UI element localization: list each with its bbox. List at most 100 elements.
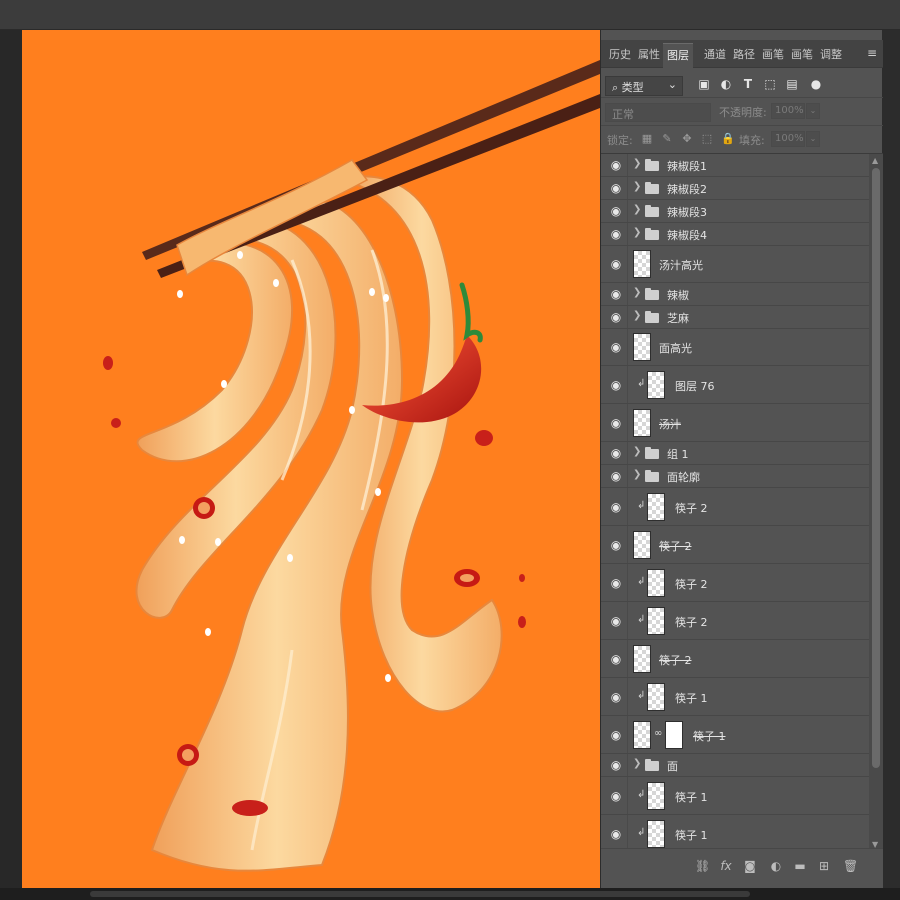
layer-row[interactable]: ◉ 筷子 2 [601,640,869,678]
lock-all-icon[interactable]: 🔒 [721,133,735,145]
layer-row[interactable]: ◉ 汤汁 [601,404,869,442]
visibility-eye-icon[interactable]: ◉ [609,576,623,590]
adjustment-filter-icon[interactable]: ◐ [719,77,733,91]
layer-row[interactable]: ◉ ↲ 筷子 2 [601,564,869,602]
visibility-eye-icon[interactable]: ◉ [609,287,623,301]
layer-row[interactable]: ◉ ❯ 面 [601,754,869,777]
horizontal-scroll-thumb[interactable] [90,891,750,897]
layer-thumbnail [647,683,665,711]
tab-layers[interactable]: 图层 [663,43,693,68]
visibility-eye-icon[interactable]: ◉ [609,446,623,460]
tab-adjustments[interactable]: 调整 [820,46,842,62]
expand-chevron-icon[interactable]: ❯ [633,204,641,215]
expand-chevron-icon[interactable]: ❯ [633,469,641,480]
tab-brush-settings[interactable]: 画笔 [791,46,813,62]
visibility-eye-icon[interactable]: ◉ [609,204,623,218]
visibility-eye-icon[interactable]: ◉ [609,789,623,803]
visibility-eye-icon[interactable]: ◉ [609,758,623,772]
visibility-eye-icon[interactable]: ◉ [609,310,623,324]
layer-row[interactable]: ◉ 筷子 2 [601,526,869,564]
opacity-input[interactable]: 100% [771,103,805,119]
visibility-eye-icon[interactable]: ◉ [609,690,623,704]
layers-scrollbar[interactable]: ▲ ▼ [869,154,883,854]
layer-row[interactable]: ◉ ↲ 筷子 1 [601,777,869,815]
tab-history[interactable]: 历史 [609,46,631,62]
folder-icon [645,288,659,300]
visibility-eye-icon[interactable]: ◉ [609,257,623,271]
visibility-eye-icon[interactable]: ◉ [609,652,623,666]
opacity-dropdown-icon[interactable]: ⌄ [806,103,820,119]
visibility-eye-icon[interactable]: ◉ [609,181,623,195]
lock-image-pixels-icon[interactable]: ✎ [661,133,673,145]
tab-paths[interactable]: 路径 [733,46,755,62]
shape-filter-icon[interactable]: ⬚ [763,77,777,91]
toggle-filter-icon[interactable]: ● [809,77,823,91]
visibility-eye-icon[interactable]: ◉ [609,827,623,841]
tab-properties[interactable]: 属性 [638,46,660,62]
visibility-eye-icon[interactable]: ◉ [609,500,623,514]
expand-chevron-icon[interactable]: ❯ [633,310,641,321]
folder-icon[interactable]: ▬ [793,859,807,873]
visibility-eye-icon[interactable]: ◉ [609,378,623,392]
panel-menu-icon[interactable]: ≡ [867,46,877,60]
visibility-eye-icon[interactable]: ◉ [609,728,623,742]
layer-row[interactable]: ◉ ❯ 芝麻 [601,306,869,329]
tab-channels[interactable]: 通道 [704,46,726,62]
layer-row[interactable]: ◉ ↲ 筷子 2 [601,488,869,526]
smart-object-filter-icon[interactable]: ▤ [785,77,799,91]
layer-row[interactable]: ◉ ❯ 组 1 [601,442,869,465]
new-layer-icon[interactable]: ⊞ [817,859,831,873]
layer-row[interactable]: ◉ ∞ 筷子 1 [601,716,869,754]
layer-row[interactable]: ◉ ↲ 图层 76 [601,366,869,404]
adjustment-icon[interactable]: ◐ [769,859,783,873]
image-filter-icon[interactable]: ▣ [697,77,711,91]
canvas[interactable] [22,30,600,888]
layer-row[interactable]: ◉ 汤汁高光 [601,246,869,283]
fill-input[interactable]: 100% [771,131,805,147]
visibility-eye-icon[interactable]: ◉ [609,227,623,241]
filter-kind-select[interactable]: ⌕ 类型 ⌄ [605,76,683,96]
expand-chevron-icon[interactable]: ❯ [633,181,641,192]
visibility-eye-icon[interactable]: ◉ [609,158,623,172]
layer-name: 面高光 [659,342,692,355]
horizontal-scrollbar[interactable] [0,888,900,900]
folder-icon [645,311,659,323]
expand-chevron-icon[interactable]: ❯ [633,287,641,298]
lock-position-icon[interactable]: ✥ [681,133,693,145]
layer-row[interactable]: ◉ ❯ 辣椒段2 [601,177,869,200]
layers-scroll-thumb[interactable] [872,168,880,768]
layer-name: 图层 76 [675,380,715,393]
lock-transparent-pixels-icon[interactable]: ▦ [641,133,653,145]
layer-row[interactable]: ◉ ↲ 筷子 2 [601,602,869,640]
layer-mask-thumbnail[interactable] [665,721,683,749]
visibility-eye-icon[interactable]: ◉ [609,469,623,483]
expand-chevron-icon[interactable]: ❯ [633,227,641,238]
trash-icon[interactable]: 🗑 [843,859,858,873]
fx-icon[interactable]: fx [719,859,733,873]
type-filter-icon[interactable]: T [741,77,755,91]
mask-link-icon[interactable]: ∞ [654,728,662,739]
layer-row[interactable]: ◉ ❯ 辣椒 [601,283,869,306]
layer-row[interactable]: ◉ ↲ 筷子 1 [601,678,869,716]
expand-chevron-icon[interactable]: ❯ [633,758,641,769]
link-icon[interactable]: ⛓ [695,859,710,873]
fill-dropdown-icon[interactable]: ⌄ [806,131,820,147]
layer-row[interactable]: ◉ 面高光 [601,329,869,366]
blend-mode-select[interactable]: 正常 [605,103,711,122]
layer-thumbnail [647,820,665,848]
layer-row[interactable]: ◉ ❯ 辣椒段3 [601,200,869,223]
expand-chevron-icon[interactable]: ❯ [633,446,641,457]
layer-row[interactable]: ◉ ❯ 面轮廓 [601,465,869,488]
expand-chevron-icon[interactable]: ❯ [633,158,641,169]
visibility-eye-icon[interactable]: ◉ [609,538,623,552]
visibility-eye-icon[interactable]: ◉ [609,416,623,430]
tab-brush[interactable]: 画笔 [762,46,784,62]
layer-row[interactable]: ◉ ❯ 辣椒段1 [601,154,869,177]
scroll-up-icon[interactable]: ▲ [872,156,878,165]
layer-row[interactable]: ◉ ❯ 辣椒段4 [601,223,869,246]
layer-name: 组 1 [667,448,689,461]
visibility-eye-icon[interactable]: ◉ [609,614,623,628]
lock-artboard-icon[interactable]: ⬚ [701,133,713,145]
mask-icon[interactable]: ◙ [743,859,757,873]
visibility-eye-icon[interactable]: ◉ [609,340,623,354]
